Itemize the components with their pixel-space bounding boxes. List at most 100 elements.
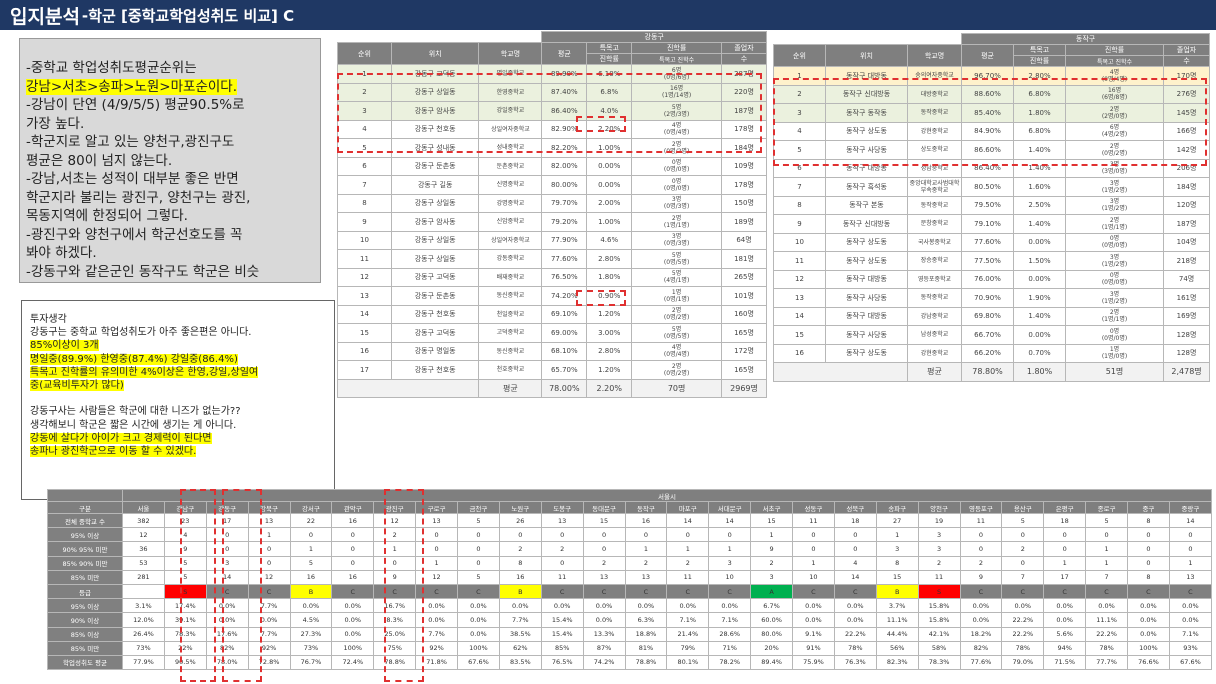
value-cell: 9.1%: [792, 626, 835, 642]
table-row: 15 강동구 고덕동 고덕중학교 69.00% 3.00% 5명 (0명/5명) 165명: [337, 323, 767, 343]
highlight-col-gwangjin: [384, 489, 424, 682]
grad-cell: 104명: [1163, 232, 1211, 252]
value-cell: 0.0%: [1127, 612, 1170, 628]
col-special2: 진학률: [586, 53, 633, 65]
avg-cell: 79.10%: [961, 214, 1015, 234]
avg-cell: 66.20%: [961, 343, 1015, 363]
value-cell: 85%: [540, 640, 584, 656]
value-cell: 93%: [1168, 640, 1213, 656]
grade-cell: C: [624, 583, 668, 600]
value-cell: 94%: [1043, 640, 1087, 656]
value-cell: 75.9%: [792, 654, 835, 671]
value-cell: 13: [624, 569, 668, 585]
table-row: 16 동작구 상도동 강현중학교 66.20% 0.70% 1명 (1명/0명) 128명: [773, 343, 1211, 363]
note-line: 평균은 80이 넘지 않는다.: [26, 152, 173, 169]
col-special2: 진학률: [1013, 55, 1067, 67]
value-cell: 0: [1127, 555, 1170, 571]
value-cell: 0.0%: [792, 598, 835, 614]
school-cell: 장승중학교: [906, 251, 963, 271]
location-cell: 동작구 대방동: [825, 269, 908, 289]
value-cell: 22.2%: [1085, 626, 1128, 642]
value-cell: 22.2%: [1001, 612, 1045, 628]
value-cell: 16: [624, 512, 668, 529]
grad-cell: 128명: [1163, 325, 1211, 345]
school-cell: 천일중학교: [478, 304, 543, 324]
special-rate-cell: 1.80%: [586, 267, 633, 287]
note-line: -광진구와 양천구에서 학군선호도를 꼭: [26, 226, 243, 243]
investment-line: 강동에 살다가 아이가 크고 경제력이 된다면: [30, 432, 212, 444]
location-cell: 동작구 신대방동: [825, 214, 908, 234]
location-cell: 강동구 천호동: [390, 360, 480, 380]
grade-cell: C: [540, 583, 584, 600]
col-district: 양천구: [917, 501, 961, 514]
grade-cell: C: [1127, 583, 1170, 600]
value-cell: 11: [792, 512, 835, 529]
col-rank: 순위: [337, 42, 392, 65]
value-cell: 8: [1127, 569, 1170, 585]
value-cell: 5: [1085, 512, 1128, 529]
avg-cell: 77.60%: [961, 232, 1015, 252]
value-cell: 3: [917, 541, 961, 557]
value-cell: 38.5%: [498, 626, 542, 642]
avg-cell: 82.00%: [541, 156, 588, 176]
value-cell: 15.4%: [540, 626, 584, 642]
value-cell: 7.1%: [666, 612, 710, 628]
location-cell: 동작구 대방동: [825, 306, 908, 326]
value-cell: 82.3%: [875, 654, 919, 671]
average-cell: [336, 378, 480, 398]
value-cell: 89.4%: [750, 654, 793, 671]
rank-cell: 13: [773, 288, 826, 308]
value-cell: 71.5%: [1043, 654, 1087, 671]
table-row: 9 강동구 암사동 신암중학교 79.20% 1.00% 2명 (1명/1명) 189명: [337, 212, 767, 232]
investment-line: 강동구사는 사람들은 학군에 대한 니즈가 없는가??: [30, 406, 241, 418]
col-school: 학교명: [478, 42, 543, 65]
value-cell: 1: [1168, 555, 1213, 571]
value-cell: 3: [708, 555, 752, 571]
special-rate-cell: 0.00%: [1013, 325, 1067, 345]
grade-cell: C: [1085, 583, 1128, 600]
note-line: -학군지로 알고 있는 양천구,광진구도: [26, 134, 235, 150]
adv-count-cell: 1명 (0명/1명): [631, 286, 723, 306]
special-rate-cell: 0.00%: [1013, 232, 1067, 252]
value-cell: 5: [289, 555, 333, 571]
location-cell: 강동구 길동: [390, 175, 480, 195]
value-cell: 60.0%: [750, 612, 793, 628]
grade-cell: C: [833, 583, 877, 600]
value-cell: 0.0%: [624, 598, 668, 614]
school-cell: 상일여자중학교: [478, 230, 543, 250]
rank-cell: 11: [773, 251, 826, 271]
row-label: 85% 90% 미만: [47, 555, 123, 571]
avg-cell: 76.50%: [541, 267, 588, 287]
value-cell: 15.8%: [917, 612, 961, 628]
location-cell: 동작구 상도동: [825, 251, 908, 271]
rank-cell: 14: [337, 304, 392, 324]
value-cell: 5: [457, 512, 500, 529]
value-cell: 0: [457, 527, 500, 543]
average-cell: 1.80%: [1013, 362, 1067, 382]
adv-count-cell: 2명 (1명/1명): [1065, 306, 1165, 326]
value-cell: 0: [540, 527, 584, 543]
highlight-box-rate-2: [576, 290, 626, 306]
rank-cell: 9: [337, 212, 392, 232]
avg-cell: 69.80%: [961, 306, 1015, 326]
note-line: -중학교 학업성취도평균순위는: [26, 60, 197, 76]
value-cell: 6.3%: [624, 612, 668, 628]
value-cell: 0.0%: [959, 612, 1003, 628]
value-cell: 12.0%: [122, 612, 165, 628]
table-row: 13 강동구 둔촌동 동신중학교 74.20% 0.90% 1명 (0명/1명) 101명: [337, 286, 767, 306]
location-cell: 동작구 본동: [825, 195, 908, 215]
table-row: 6 강동구 둔촌동 둔촌중학교 82.00% 0.00% 0명 (0명/0명) 109명: [337, 156, 767, 176]
value-cell: 8: [1127, 512, 1170, 529]
row-label: 95% 이상: [47, 527, 123, 543]
value-cell: 14: [833, 569, 877, 585]
special-rate-cell: 1.40%: [1013, 214, 1067, 234]
col-loc: 위치: [825, 44, 908, 67]
value-cell: 21.4%: [666, 626, 710, 642]
school-cell: 신암중학교: [478, 212, 543, 232]
col-district: 도봉구: [540, 501, 584, 514]
value-cell: 79%: [666, 640, 710, 656]
adv-count-cell: 3명 (1명/2명): [1065, 177, 1165, 197]
avg-cell: 66.70%: [961, 325, 1015, 345]
table-row: 12 강동구 고덕동 배재중학교 76.50% 1.80% 5명 (4명/1명) 265명: [337, 267, 767, 287]
value-cell: 1: [289, 541, 333, 557]
